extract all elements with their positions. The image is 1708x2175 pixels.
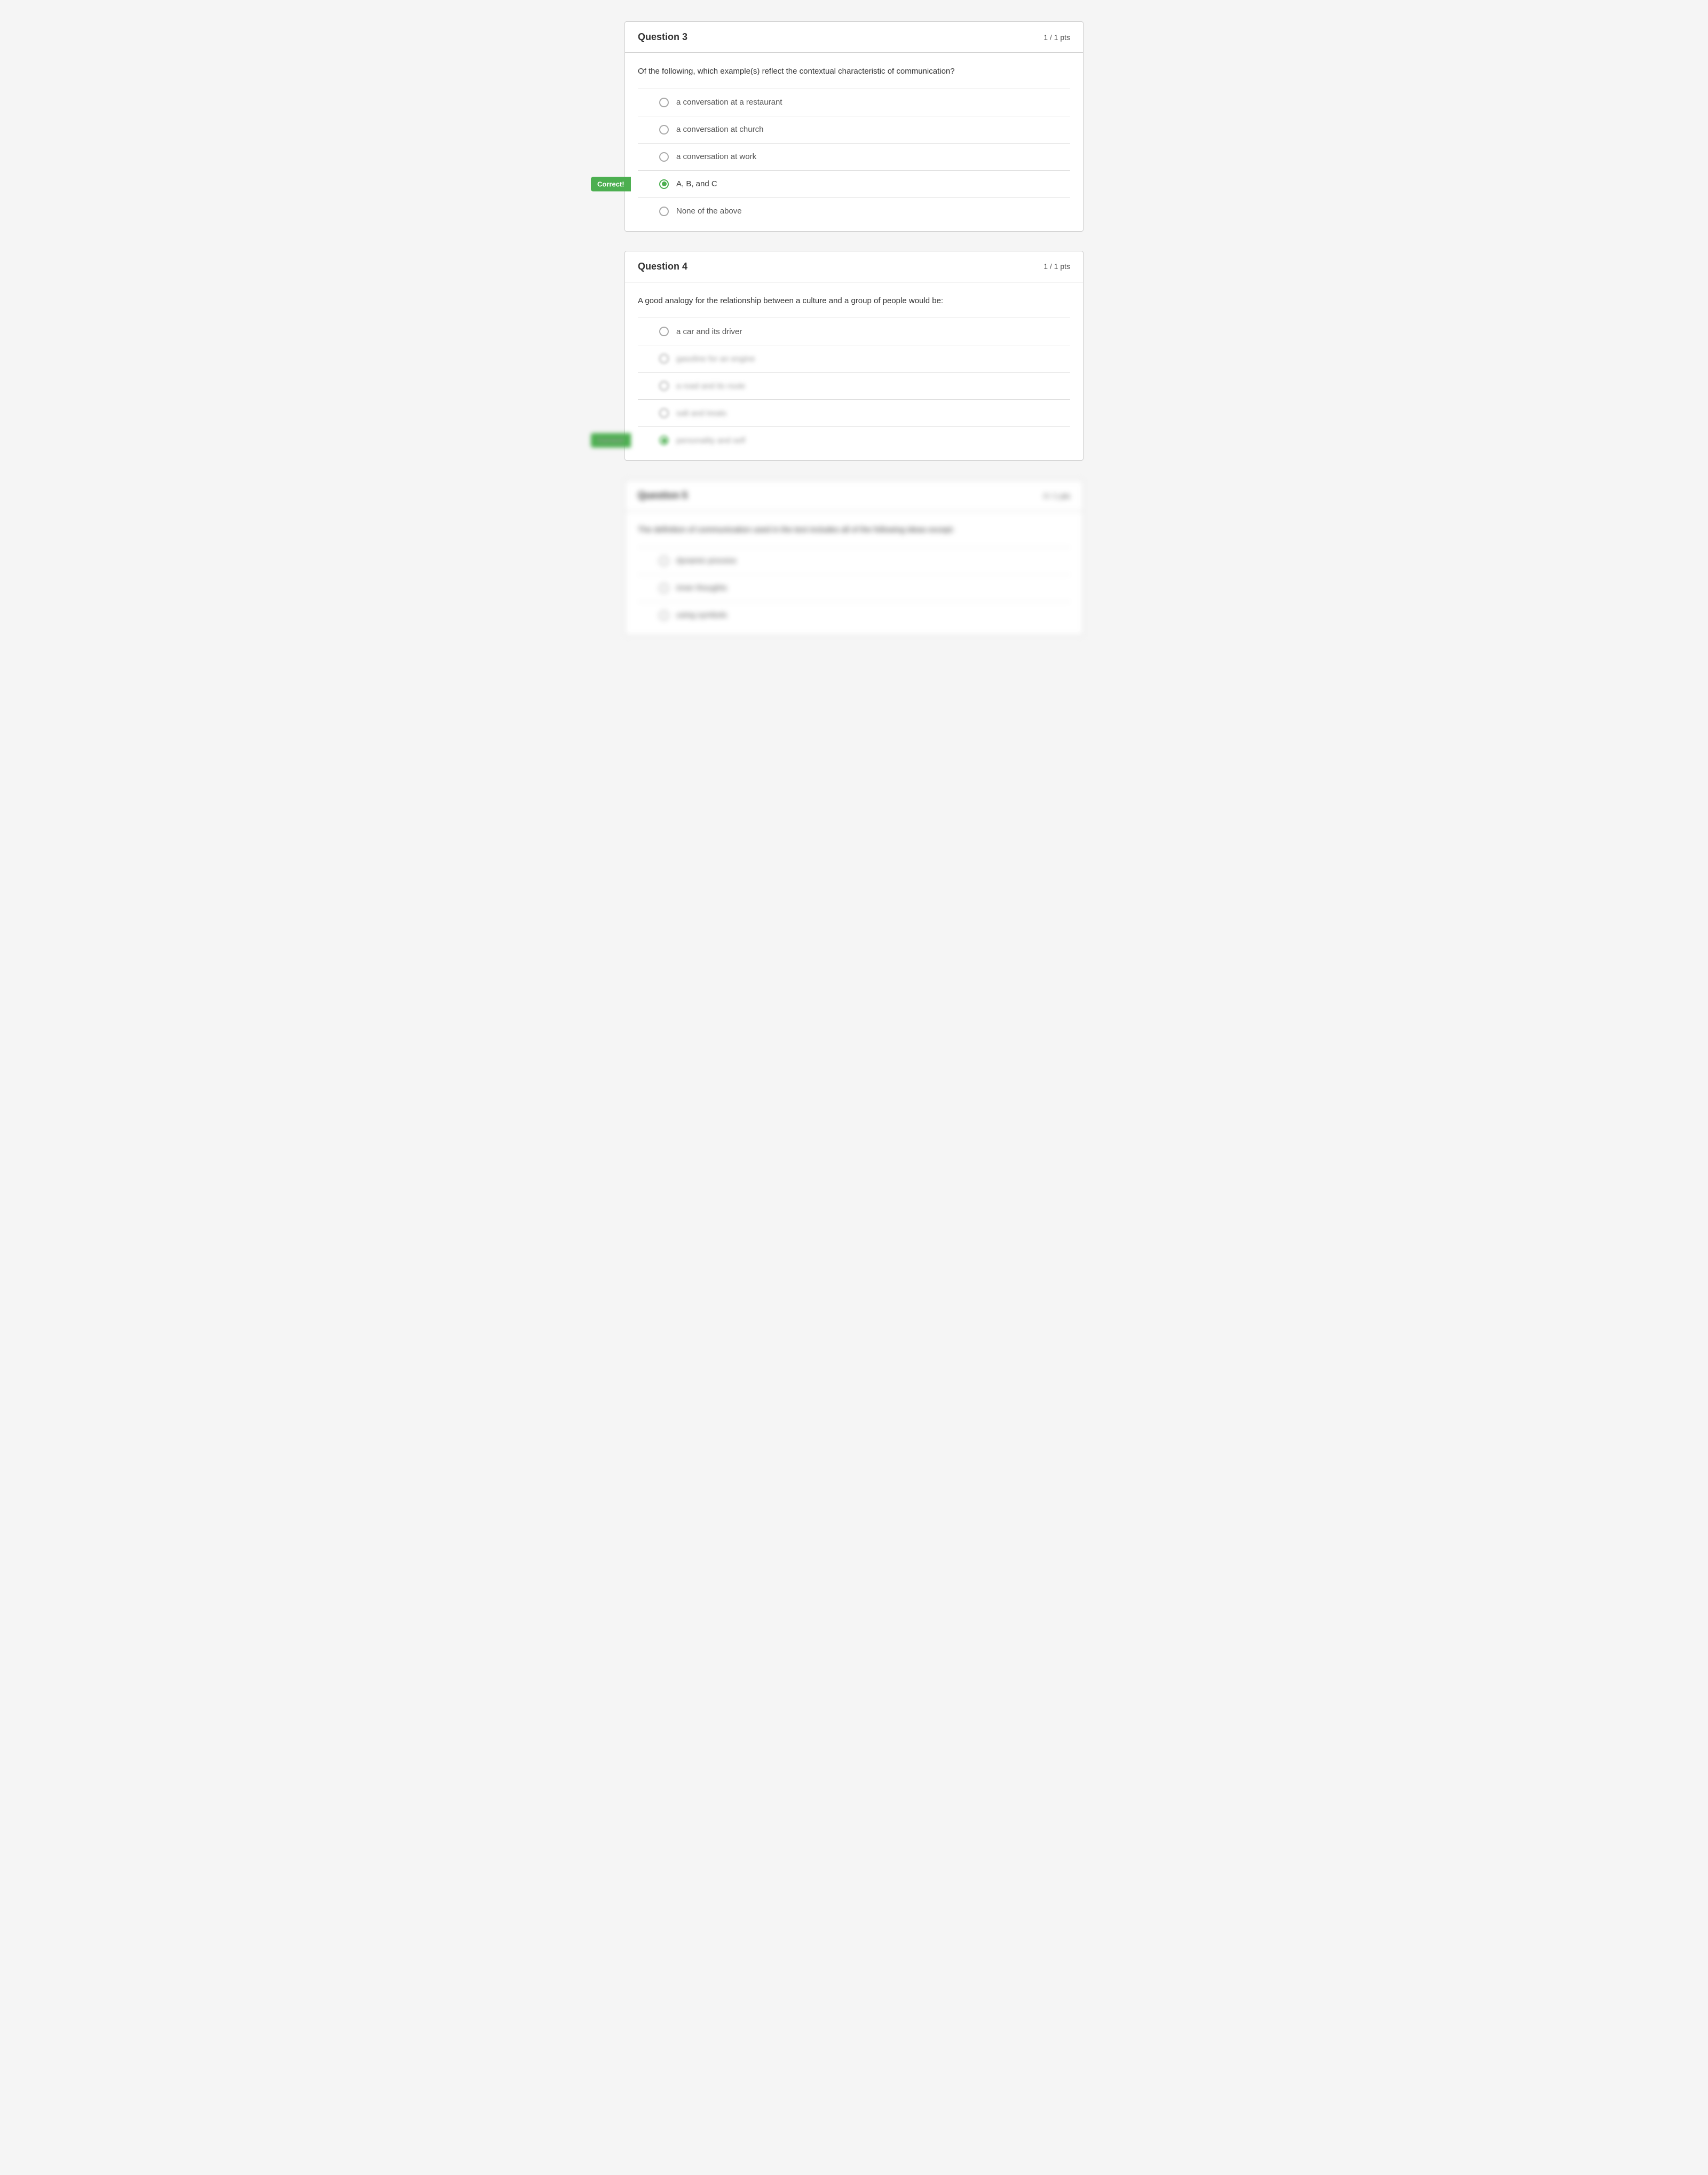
question-5-text: The definition of communication used in … — [638, 524, 1070, 536]
radio-q4-e[interactable] — [659, 436, 669, 445]
option-q4-c-label: a road and its route — [676, 382, 745, 391]
radio-q5-a[interactable] — [659, 556, 669, 566]
radio-q4-b[interactable] — [659, 354, 669, 363]
question-3-header: Question 3 1 / 1 pts — [625, 22, 1083, 53]
option-q4-a[interactable]: a car and its driver — [638, 318, 1070, 345]
radio-q4-d[interactable] — [659, 408, 669, 418]
option-q3-b-label: a conversation at church — [676, 125, 763, 134]
option-q3-d-label: A, B, and C — [676, 179, 717, 188]
page-container: Question 3 1 / 1 pts Of the following, w… — [624, 21, 1084, 636]
radio-q5-b[interactable] — [659, 583, 669, 593]
option-q3-d[interactable]: Correct! A, B, and C — [638, 170, 1070, 197]
question-4-pts: 1 / 1 pts — [1043, 262, 1070, 271]
option-q5-b-label: inner thoughts — [676, 583, 727, 592]
question-3-text: Of the following, which example(s) refle… — [638, 66, 1070, 78]
option-q5-c[interactable]: using symbols — [638, 602, 1070, 629]
radio-q3-e[interactable] — [659, 207, 669, 216]
radio-q3-d[interactable] — [659, 179, 669, 189]
option-q4-b[interactable]: gasoline for an engine — [638, 345, 1070, 372]
option-q4-e-label: personality and self — [676, 436, 745, 445]
question-4-title: Question 4 — [638, 261, 687, 272]
option-q4-c[interactable]: a road and its route — [638, 372, 1070, 399]
option-q3-c[interactable]: a conversation at work — [638, 143, 1070, 170]
question-5-header: Question 5 0 / 1 pts — [625, 480, 1083, 511]
radio-q3-b[interactable] — [659, 125, 669, 135]
question-3-title: Question 3 — [638, 31, 687, 43]
question-5-body: The definition of communication used in … — [625, 511, 1083, 635]
option-q5-c-label: using symbols — [676, 611, 727, 620]
option-q5-a-label: dynamic process — [676, 556, 737, 565]
radio-q5-c[interactable] — [659, 611, 669, 620]
option-q3-c-label: a conversation at work — [676, 152, 756, 161]
question-5-title: Question 5 — [638, 490, 687, 501]
radio-q4-c[interactable] — [659, 381, 669, 391]
option-q3-a[interactable]: a conversation at a restaurant — [638, 89, 1070, 116]
option-q4-b-label: gasoline for an engine — [676, 354, 755, 363]
correct-badge-q3: Correct! — [591, 177, 631, 191]
question-3-card: Question 3 1 / 1 pts Of the following, w… — [624, 21, 1084, 232]
question-4-card: Question 4 1 / 1 pts A good analogy for … — [624, 251, 1084, 461]
option-q4-d[interactable]: salt and treats — [638, 399, 1070, 426]
radio-q4-a[interactable] — [659, 327, 669, 336]
question-4-header: Question 4 1 / 1 pts — [625, 251, 1083, 282]
question-5-pts: 0 / 1 pts — [1043, 492, 1070, 500]
question-3-pts: 1 / 1 pts — [1043, 33, 1070, 42]
question-5-card: Question 5 0 / 1 pts The definition of c… — [624, 480, 1084, 636]
question-5-options: dynamic process inner thoughts using sym… — [638, 547, 1070, 629]
question-4-text: A good analogy for the relationship betw… — [638, 295, 1070, 307]
option-q4-e[interactable]: Correct! personality and self — [638, 426, 1070, 454]
question-4-options: a car and its driver gasoline for an eng… — [638, 318, 1070, 454]
question-4-body: A good analogy for the relationship betw… — [625, 282, 1083, 461]
question-3-options: a conversation at a restaurant a convers… — [638, 89, 1070, 225]
option-q4-a-label: a car and its driver — [676, 327, 742, 336]
option-q5-a[interactable]: dynamic process — [638, 547, 1070, 574]
question-3-body: Of the following, which example(s) refle… — [625, 53, 1083, 231]
option-q3-e[interactable]: None of the above — [638, 197, 1070, 225]
option-q5-b[interactable]: inner thoughts — [638, 574, 1070, 602]
option-q3-e-label: None of the above — [676, 207, 742, 216]
option-q3-b[interactable]: a conversation at church — [638, 116, 1070, 143]
radio-q3-a[interactable] — [659, 98, 669, 107]
radio-q3-c[interactable] — [659, 152, 669, 162]
correct-badge-q4: Correct! — [591, 433, 631, 448]
option-q3-a-label: a conversation at a restaurant — [676, 98, 782, 107]
option-q4-d-label: salt and treats — [676, 409, 726, 418]
